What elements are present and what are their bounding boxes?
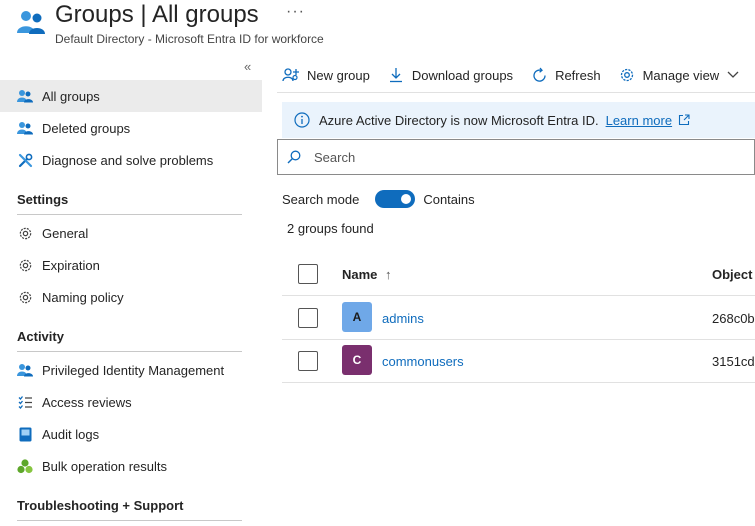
page-header: Groups | All groups ··· Default Director… (0, 0, 755, 52)
table-row: C commonusers 3151cd (282, 340, 755, 383)
search-mode: Search mode Contains (282, 189, 475, 209)
sidebar-item-general[interactable]: General (0, 217, 262, 249)
more-options-button[interactable]: ··· (286, 3, 305, 21)
divider (17, 214, 242, 215)
gear-icon (618, 66, 636, 84)
row-checkbox[interactable] (298, 308, 318, 328)
refresh-button[interactable]: Refresh (530, 66, 601, 84)
wrench-icon (17, 152, 33, 168)
new-group-label: New group (307, 67, 370, 83)
search-mode-toggle[interactable] (375, 190, 416, 208)
download-groups-button[interactable]: Download groups (387, 66, 513, 84)
sidebar-item-label: Bulk operation results (42, 458, 168, 474)
info-banner: Azure Active Directory is now Microsoft … (282, 102, 755, 138)
info-icon (294, 112, 310, 128)
divider (277, 92, 755, 93)
column-header-object-id[interactable]: Object (712, 267, 752, 282)
manage-view-label: Manage view (642, 67, 720, 83)
search-mode-value: Contains (423, 191, 475, 207)
sidebar-item-expiration[interactable]: Expiration (0, 249, 262, 281)
sort-ascending-icon: ↑ (385, 267, 392, 282)
sidebar-item-label: General (42, 225, 89, 241)
download-icon (387, 66, 405, 84)
sidebar-item-label: Diagnose and solve problems (42, 152, 214, 168)
external-link-icon (679, 114, 690, 126)
sidebar-item-audit-logs[interactable]: Audit logs (0, 418, 262, 450)
gear-icon (17, 257, 33, 273)
sidebar: « All groups Deleted groups Diagnose and… (0, 56, 262, 526)
groups-icon (17, 362, 33, 378)
column-header-name[interactable]: Name ↑ (342, 267, 392, 282)
refresh-icon (530, 66, 548, 84)
group-name-link[interactable]: admins (382, 311, 424, 326)
sidebar-item-label: Audit logs (42, 426, 100, 442)
search-box (277, 139, 755, 175)
gear-icon (17, 225, 33, 241)
search-input[interactable] (314, 149, 714, 165)
divider (17, 351, 242, 352)
groups-icon (17, 88, 33, 104)
banner-text: Azure Active Directory is now Microsoft … (319, 112, 599, 128)
section-heading-settings: Settings (17, 192, 69, 207)
group-avatar: A (342, 302, 372, 332)
group-avatar: C (342, 345, 372, 375)
sidebar-item-label: Access reviews (42, 394, 132, 410)
section-heading-activity: Activity (17, 329, 64, 344)
manage-view-button[interactable]: Manage view (618, 66, 740, 84)
sidebar-item-deleted-groups[interactable]: Deleted groups (0, 112, 262, 144)
object-id: 3151cd (712, 354, 755, 369)
object-id: 268c0b (712, 311, 755, 326)
select-all-checkbox[interactable] (298, 264, 318, 284)
log-icon (17, 426, 33, 442)
chevron-down-icon (727, 71, 739, 79)
new-group-button[interactable]: New group (282, 66, 370, 84)
sidebar-item-label: Deleted groups (42, 120, 131, 136)
group-name-link[interactable]: commonusers (382, 354, 464, 369)
checklist-icon (17, 394, 33, 410)
sidebar-item-access-reviews[interactable]: Access reviews (0, 386, 262, 418)
add-group-icon (282, 66, 300, 84)
gear-icon (17, 289, 33, 305)
sidebar-item-diagnose[interactable]: Diagnose and solve problems (0, 144, 262, 176)
search-icon (287, 150, 301, 164)
table-row: A admins 268c0b (282, 297, 755, 340)
command-bar: New group Download groups Refresh Manage… (282, 62, 755, 88)
page-subtitle: Default Directory - Microsoft Entra ID f… (55, 32, 324, 46)
learn-more-link[interactable]: Learn more (606, 113, 672, 128)
sidebar-item-all-groups[interactable]: All groups (0, 80, 262, 112)
table-header: Name ↑ Object (282, 252, 755, 296)
sidebar-item-label: Expiration (42, 257, 100, 273)
sidebar-item-label: Naming policy (42, 289, 124, 305)
sidebar-item-label: Privileged Identity Management (42, 362, 225, 378)
download-groups-label: Download groups (411, 67, 514, 83)
groups-icon (17, 11, 45, 34)
refresh-label: Refresh (555, 67, 601, 83)
sidebar-item-label: All groups (42, 88, 100, 104)
section-heading-troubleshooting: Troubleshooting + Support (17, 498, 184, 513)
groups-icon (17, 120, 33, 136)
collapse-sidebar-button[interactable]: « (244, 59, 251, 74)
sidebar-item-naming-policy[interactable]: Naming policy (0, 281, 262, 313)
divider (17, 520, 242, 521)
row-checkbox[interactable] (298, 351, 318, 371)
page-title: Groups | All groups (55, 1, 259, 28)
sidebar-item-pim[interactable]: Privileged Identity Management (0, 354, 262, 386)
sidebar-item-bulk-operations[interactable]: Bulk operation results (0, 450, 262, 482)
search-mode-label: Search mode (282, 191, 360, 207)
bulk-icon (17, 458, 33, 474)
results-count: 2 groups found (287, 221, 374, 236)
